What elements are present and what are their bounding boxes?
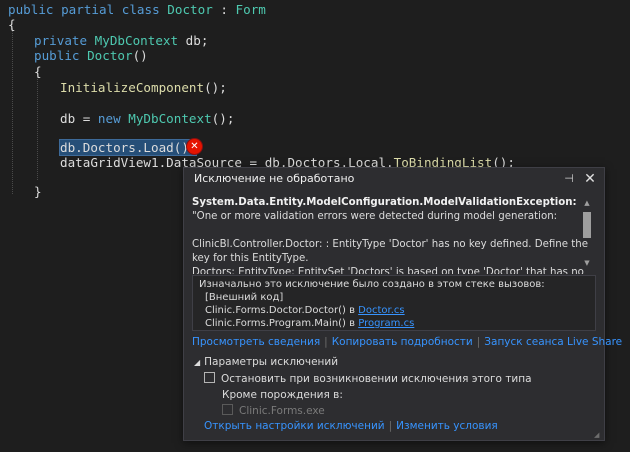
code-line-4: public Doctor()	[34, 48, 148, 63]
resize-grip-icon[interactable]: ◢	[594, 431, 602, 439]
stack-frame-program: Clinic.Forms.Program.Main() в Program.cs	[205, 318, 415, 329]
code-line-2: {	[8, 17, 16, 32]
call-stack-header: Изначально это исключение было создано в…	[199, 279, 545, 290]
code-line-7: db = new MyDbContext();	[60, 111, 235, 126]
code-line-1: public partial class Doctor : Form	[8, 2, 266, 17]
separator: |	[476, 336, 481, 348]
scroll-down-icon[interactable]: ▼	[582, 258, 592, 268]
stack-frame-external: [Внешний код]	[205, 292, 284, 303]
exception-settings-header: Параметры исключений	[204, 356, 339, 368]
exception-helper-popup: Исключение не обработано ⊣ ✕ System.Data…	[183, 167, 622, 441]
exception-details-cutoff: Doctors: EntityType: EntitySet 'Doctors'…	[192, 267, 584, 274]
open-exception-settings-link[interactable]: Открыть настройки исключений	[204, 420, 385, 432]
action-links: Просмотреть сведения | Копировать подробно…	[192, 336, 622, 348]
break-when-thrown-row[interactable]: Остановить при возникновении исключения …	[204, 372, 532, 385]
call-stack-box: Изначально это исключение было создано в…	[192, 275, 596, 331]
close-icon[interactable]: ✕	[582, 171, 598, 187]
code-line-10: }	[34, 184, 42, 199]
code-line-6: InitializeComponent();	[60, 80, 227, 95]
live-share-link[interactable]: Запуск сеанса Live Share	[484, 336, 622, 348]
stack-frame-doctor: Clinic.Forms.Doctor.Doctor() в Doctor.cs	[205, 305, 405, 316]
exception-scrollbar[interactable]: ▲ ▼	[582, 198, 592, 268]
separator: |	[324, 336, 328, 348]
break-when-thrown-checkbox[interactable]	[204, 372, 215, 383]
exception-message: "One or more validation errors were dete…	[192, 211, 558, 222]
scroll-up-icon[interactable]: ▲	[582, 198, 592, 208]
module-label: Clinic.Forms.exe	[239, 405, 325, 417]
scroll-thumb[interactable]	[583, 212, 591, 238]
break-when-thrown-label: Остановить при возникновении исключения …	[221, 373, 532, 385]
error-icon[interactable]: ✕	[187, 139, 202, 154]
collapse-triangle-icon: ◢	[194, 358, 201, 367]
separator: |	[388, 420, 393, 432]
indent-guide	[37, 68, 38, 180]
source-link-program[interactable]: Program.cs	[358, 318, 414, 329]
source-link-doctor[interactable]: Doctor.cs	[358, 305, 404, 316]
exception-message-box[interactable]: System.Data.Entity.ModelConfiguration.Mo…	[192, 196, 592, 274]
edit-conditions-link[interactable]: Изменить условия	[396, 420, 498, 432]
exception-type: System.Data.Entity.ModelConfiguration.Mo…	[192, 197, 577, 208]
code-line-5: {	[34, 64, 42, 79]
view-details-link[interactable]: Просмотреть сведения	[192, 336, 320, 348]
exception-settings-toggle[interactable]: ◢ Параметры исключений	[194, 356, 338, 368]
except-when-thrown-label: Кроме порождения в:	[222, 389, 343, 401]
settings-links: Открыть настройки исключений | Изменить ус…	[204, 420, 498, 432]
popup-title-bar: Исключение не обработано ⊣ ✕	[184, 168, 604, 190]
copy-details-link[interactable]: Копировать подробности	[332, 336, 473, 348]
module-checkbox	[222, 404, 233, 415]
indent-guide	[12, 28, 13, 194]
popup-title: Исключение не обработано	[194, 172, 355, 185]
module-row: Clinic.Forms.exe	[222, 404, 325, 417]
exception-details: ClinicBl.Controller.Doctor: : EntityType…	[192, 239, 588, 264]
pin-icon[interactable]: ⊣	[562, 171, 576, 187]
